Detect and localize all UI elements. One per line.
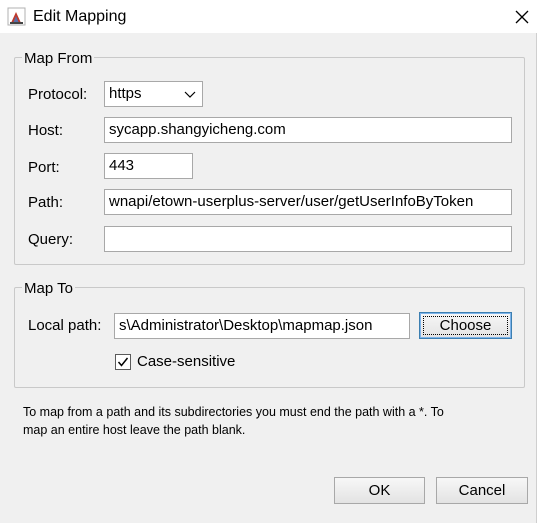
title-bar: Edit Mapping (0, 0, 546, 33)
focus-ring (423, 316, 508, 335)
local-path-field[interactable]: s\Administrator\Desktop\mapmap.json (114, 313, 410, 339)
path-value: wnapi/etown-userplus-server/user/getUser… (109, 193, 474, 210)
port-field[interactable]: 443 (104, 153, 193, 179)
chevron-down-icon (184, 91, 196, 98)
case-sensitive-checkbox[interactable] (115, 354, 131, 370)
local-path-value: s\Administrator\Desktop\mapmap.json (119, 317, 373, 334)
choose-button[interactable]: Choose (419, 312, 512, 339)
checkmark-icon (117, 357, 129, 367)
window-title: Edit Mapping (33, 8, 127, 25)
java-cup-icon (7, 7, 26, 26)
dialog-body: Map From Protocol: https Host: sycapp.sh… (0, 33, 537, 523)
hint-line-1: To map from a path and its subdirectorie… (23, 405, 444, 419)
ok-button[interactable]: OK (334, 477, 425, 504)
host-label: Host: (28, 122, 64, 139)
protocol-value: https (109, 85, 142, 102)
protocol-label: Protocol: (28, 86, 88, 103)
map-to-legend: Map To (22, 280, 75, 298)
path-label: Path: (28, 194, 64, 211)
cancel-button[interactable]: Cancel (436, 477, 528, 504)
hint-line-2: map an entire host leave the path blank. (23, 423, 246, 437)
close-icon (515, 10, 529, 23)
protocol-select[interactable]: https (104, 81, 203, 107)
case-sensitive-label: Case-sensitive (137, 353, 236, 370)
query-field[interactable] (104, 226, 512, 252)
map-from-legend: Map From (22, 50, 95, 68)
local-path-label: Local path: (28, 317, 102, 334)
path-field[interactable]: wnapi/etown-userplus-server/user/getUser… (104, 189, 512, 215)
query-label: Query: (28, 231, 74, 248)
window-edge (537, 0, 546, 523)
close-button[interactable] (504, 0, 540, 33)
host-field[interactable]: sycapp.shangyicheng.com (104, 117, 512, 143)
port-label: Port: (28, 159, 60, 176)
